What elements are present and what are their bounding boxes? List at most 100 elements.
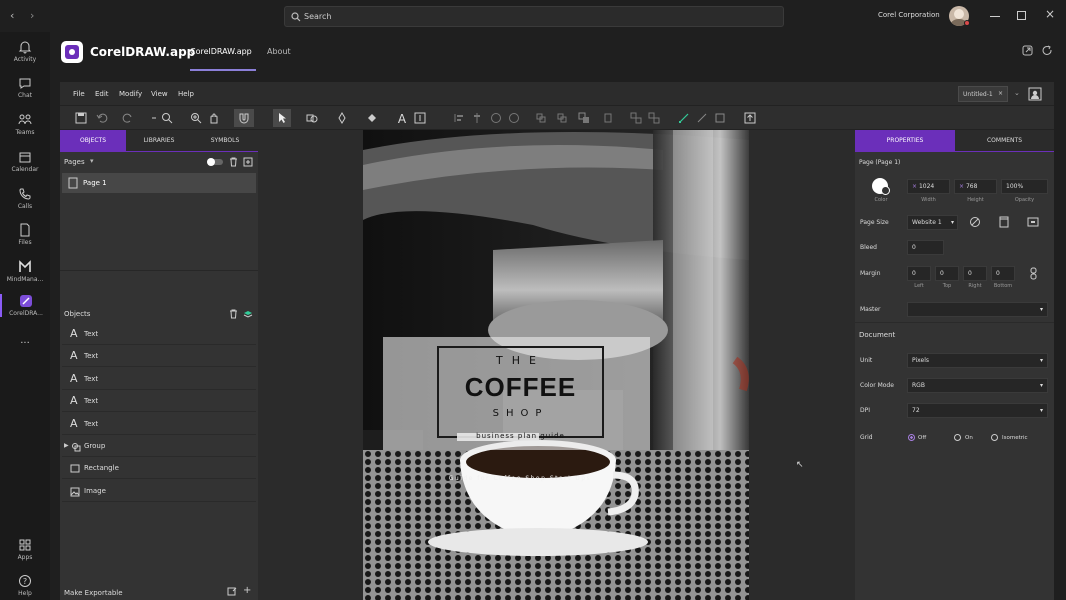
- more-apps-icon[interactable]: ···: [0, 338, 50, 349]
- height-field[interactable]: × 768: [954, 179, 997, 194]
- bring-forward-icon[interactable]: [535, 112, 547, 124]
- textbox-icon[interactable]: [414, 112, 426, 124]
- ungroup-icon[interactable]: [648, 112, 660, 124]
- margin-bottom-field[interactable]: 0: [991, 266, 1015, 281]
- orientation-icon[interactable]: [969, 216, 981, 228]
- export-icon[interactable]: [744, 112, 756, 124]
- snap-button[interactable]: [234, 109, 254, 127]
- page-portrait-icon[interactable]: [998, 216, 1010, 228]
- rail-teams[interactable]: Teams: [0, 113, 50, 136]
- fill-icon[interactable]: [366, 112, 378, 124]
- tab-coreldraw[interactable]: CorelDRAW.app: [190, 47, 252, 56]
- object-row-text-3[interactable]: A Text: [62, 369, 256, 390]
- refresh-icon[interactable]: [1042, 45, 1053, 56]
- save-icon[interactable]: [75, 112, 87, 124]
- crop-icon[interactable]: [714, 112, 726, 124]
- add-icon[interactable]: +: [243, 585, 251, 596]
- zoom-level-icon[interactable]: [161, 112, 173, 124]
- add-page-icon[interactable]: [243, 157, 253, 167]
- align-left-icon[interactable]: [453, 112, 465, 124]
- menu-view[interactable]: View: [151, 90, 168, 98]
- forward-icon[interactable]: ›: [30, 9, 34, 22]
- margin-top-field[interactable]: 0: [935, 266, 959, 281]
- trash-icon[interactable]: [229, 309, 238, 319]
- tab-comments[interactable]: COMMENTS: [955, 130, 1054, 151]
- back-icon[interactable]: ‹: [10, 9, 14, 22]
- menu-file[interactable]: File: [73, 90, 85, 98]
- maximize-icon[interactable]: [1017, 11, 1026, 20]
- margin-right-field[interactable]: 0: [963, 266, 987, 281]
- pages-dropdown-icon[interactable]: ▾: [90, 157, 94, 165]
- pages-toggle[interactable]: [207, 158, 223, 166]
- rail-apps[interactable]: Apps: [0, 538, 50, 561]
- pick-tool-button[interactable]: [273, 109, 291, 127]
- rail-mindmanager[interactable]: MindMana...: [0, 260, 50, 283]
- text-tool-icon[interactable]: A: [396, 112, 408, 124]
- tab-properties[interactable]: PROPERTIES: [855, 130, 955, 151]
- object-row-text-2[interactable]: A Text: [62, 346, 256, 367]
- rail-calendar[interactable]: Calendar: [0, 150, 50, 173]
- trim-icon[interactable]: [508, 112, 520, 124]
- tab-symbols[interactable]: SYMBOLS: [192, 130, 258, 151]
- minimize-icon[interactable]: [990, 16, 1000, 17]
- grid-isometric-radio[interactable]: [991, 434, 998, 441]
- canvas-area[interactable]: THE COFFEE SHOP business plan guide Guid…: [258, 130, 855, 600]
- arrange-icon[interactable]: [578, 112, 590, 124]
- close-icon[interactable]: ×: [1045, 7, 1055, 21]
- menu-edit[interactable]: Edit: [95, 90, 109, 98]
- pen-tool-icon[interactable]: [336, 112, 348, 124]
- grid-off-radio[interactable]: [908, 434, 915, 441]
- chevron-down-icon[interactable]: ⌄: [1014, 89, 1020, 97]
- tab-about[interactable]: About: [267, 47, 291, 56]
- rail-coreldraw[interactable]: CorelDRA...: [0, 294, 50, 317]
- account-icon[interactable]: [1028, 87, 1042, 101]
- link-margins-icon[interactable]: [1029, 267, 1039, 280]
- dpi-select[interactable]: 72 ▾: [907, 403, 1048, 418]
- popout-icon[interactable]: [1022, 45, 1033, 56]
- margin-left-field[interactable]: 0: [907, 266, 931, 281]
- shapes-icon[interactable]: [306, 112, 318, 124]
- menu-help[interactable]: Help: [178, 90, 194, 98]
- object-row-rectangle[interactable]: Rectangle: [62, 458, 256, 479]
- envelope-icon[interactable]: [696, 112, 708, 124]
- menu-modify[interactable]: Modify: [119, 90, 142, 98]
- object-row-text-4[interactable]: A Text: [62, 391, 256, 412]
- master-select[interactable]: ▾: [907, 302, 1048, 317]
- tab-libraries[interactable]: LIBRARIES: [126, 130, 192, 151]
- object-row-text-5[interactable]: A Text: [62, 414, 256, 435]
- expand-arrow-icon[interactable]: ▶: [64, 442, 69, 449]
- object-row-group[interactable]: ▶ Group: [62, 436, 256, 457]
- page-landscape-icon[interactable]: [1027, 216, 1039, 228]
- align-center-icon[interactable]: [471, 112, 483, 124]
- layers-icon[interactable]: [243, 309, 253, 319]
- unit-select[interactable]: Pixels ▾: [907, 353, 1048, 368]
- object-row-image[interactable]: Image: [62, 481, 256, 502]
- document-tab[interactable]: Untitled-1 ×: [958, 86, 1008, 102]
- width-field[interactable]: × 1024: [907, 179, 950, 194]
- pan-icon[interactable]: [208, 112, 220, 124]
- color-mode-select[interactable]: RGB ▾: [907, 378, 1048, 393]
- search-input[interactable]: Search: [284, 6, 784, 27]
- grid-on-radio[interactable]: [954, 434, 961, 441]
- weld-icon[interactable]: [490, 112, 502, 124]
- redo-icon[interactable]: [122, 112, 134, 124]
- node-edit-icon[interactable]: [678, 112, 690, 124]
- distribute-icon[interactable]: [602, 112, 614, 124]
- bleed-field[interactable]: 0: [907, 240, 944, 255]
- rail-help[interactable]: ? Help: [0, 574, 50, 597]
- rail-chat[interactable]: Chat: [0, 76, 50, 99]
- opacity-field[interactable]: 100%: [1001, 179, 1048, 194]
- undo-icon[interactable]: [96, 112, 108, 124]
- tab-objects[interactable]: OBJECTS: [60, 130, 126, 151]
- page-size-select[interactable]: Website 1 ▾: [907, 215, 958, 230]
- rail-activity[interactable]: Activity: [0, 40, 50, 63]
- send-back-icon[interactable]: [556, 112, 568, 124]
- rail-files[interactable]: Files: [0, 223, 50, 246]
- export-add-icon[interactable]: [227, 587, 237, 597]
- rail-calls[interactable]: Calls: [0, 187, 50, 210]
- zoom-in-icon[interactable]: [190, 112, 202, 124]
- object-row-text-1[interactable]: A Text: [62, 324, 256, 345]
- page-item[interactable]: Page 1: [62, 173, 256, 193]
- trash-icon[interactable]: [229, 157, 238, 167]
- close-tab-icon[interactable]: ×: [998, 90, 1003, 97]
